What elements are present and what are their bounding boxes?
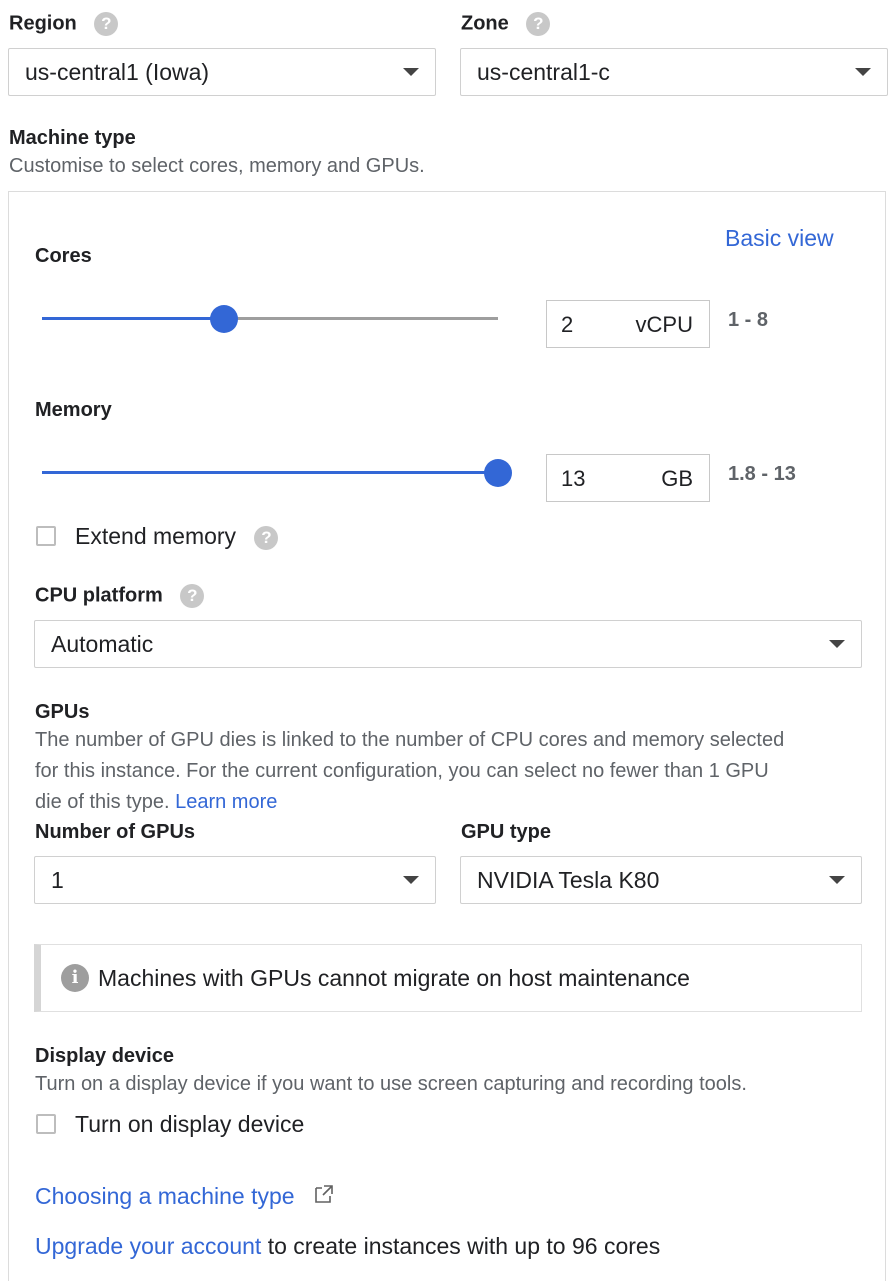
gpu-type-label: GPU type xyxy=(461,821,552,843)
memory-range: 1.8 - 13 xyxy=(728,463,796,485)
info-icon: i xyxy=(61,964,89,992)
extend-memory-checkbox[interactable] xyxy=(36,526,56,546)
basic-view-link[interactable]: Basic view xyxy=(725,225,834,252)
slider-thumb[interactable] xyxy=(484,459,512,487)
memory-label: Memory xyxy=(35,399,112,421)
gpu-type-select[interactable]: NVIDIA Tesla K80 xyxy=(460,856,862,904)
cores-slider[interactable] xyxy=(42,300,498,340)
upgrade-row: Upgrade your account to create instances… xyxy=(35,1233,661,1259)
dropdown-caret-icon xyxy=(855,68,871,76)
extend-memory-label: Extend memory ? xyxy=(75,523,279,550)
region-select[interactable]: us-central1 (Iowa) xyxy=(8,48,436,96)
gpu-count-select[interactable]: 1 xyxy=(34,856,436,904)
gpu-maintenance-notice: i Machines with GPUs cannot migrate on h… xyxy=(34,944,862,1012)
slider-fill xyxy=(42,471,498,474)
memory-input[interactable]: 13 GB xyxy=(546,454,710,502)
dropdown-caret-icon xyxy=(829,640,845,648)
dropdown-caret-icon xyxy=(403,68,419,76)
help-icon[interactable]: ? xyxy=(526,12,551,36)
help-icon[interactable]: ? xyxy=(254,525,279,550)
gpus-description: The number of GPU dies is linked to the … xyxy=(35,729,785,813)
memory-slider[interactable] xyxy=(42,454,512,494)
machine-type-subtitle: Customise to select cores, memory and GP… xyxy=(9,155,425,177)
display-device-checkbox-label: Turn on display device xyxy=(75,1111,305,1137)
cores-input[interactable]: 2 vCPU xyxy=(546,300,710,348)
slider-fill xyxy=(42,317,224,320)
help-icon[interactable]: ? xyxy=(180,584,205,608)
cores-label: Cores xyxy=(35,245,92,267)
learn-more-link[interactable]: Learn more xyxy=(175,791,277,813)
display-device-checkbox[interactable] xyxy=(36,1114,56,1134)
zone-label: Zone ? xyxy=(461,12,551,36)
slider-thumb[interactable] xyxy=(210,305,238,333)
help-icon[interactable]: ? xyxy=(94,12,119,36)
dropdown-caret-icon xyxy=(829,876,845,884)
upgrade-account-link[interactable]: Upgrade your account xyxy=(35,1233,261,1259)
display-device-title: Display device xyxy=(35,1045,174,1067)
choosing-machine-type-link[interactable]: Choosing a machine type xyxy=(35,1183,335,1210)
display-device-description: Turn on a display device if you want to … xyxy=(35,1073,747,1095)
cores-range: 1 - 8 xyxy=(728,309,769,331)
dropdown-caret-icon xyxy=(403,876,419,884)
cpu-platform-select[interactable]: Automatic xyxy=(34,620,862,668)
zone-select[interactable]: us-central1-c xyxy=(460,48,888,96)
cpu-platform-label: CPU platform ? xyxy=(35,584,205,608)
gpu-count-label: Number of GPUs xyxy=(35,821,196,843)
notice-text: Machines with GPUs cannot migrate on hos… xyxy=(98,965,690,991)
region-label: Region ? xyxy=(9,12,119,36)
external-link-icon xyxy=(315,1185,333,1203)
gpus-title: GPUs xyxy=(35,701,90,723)
machine-type-title: Machine type xyxy=(9,127,136,149)
